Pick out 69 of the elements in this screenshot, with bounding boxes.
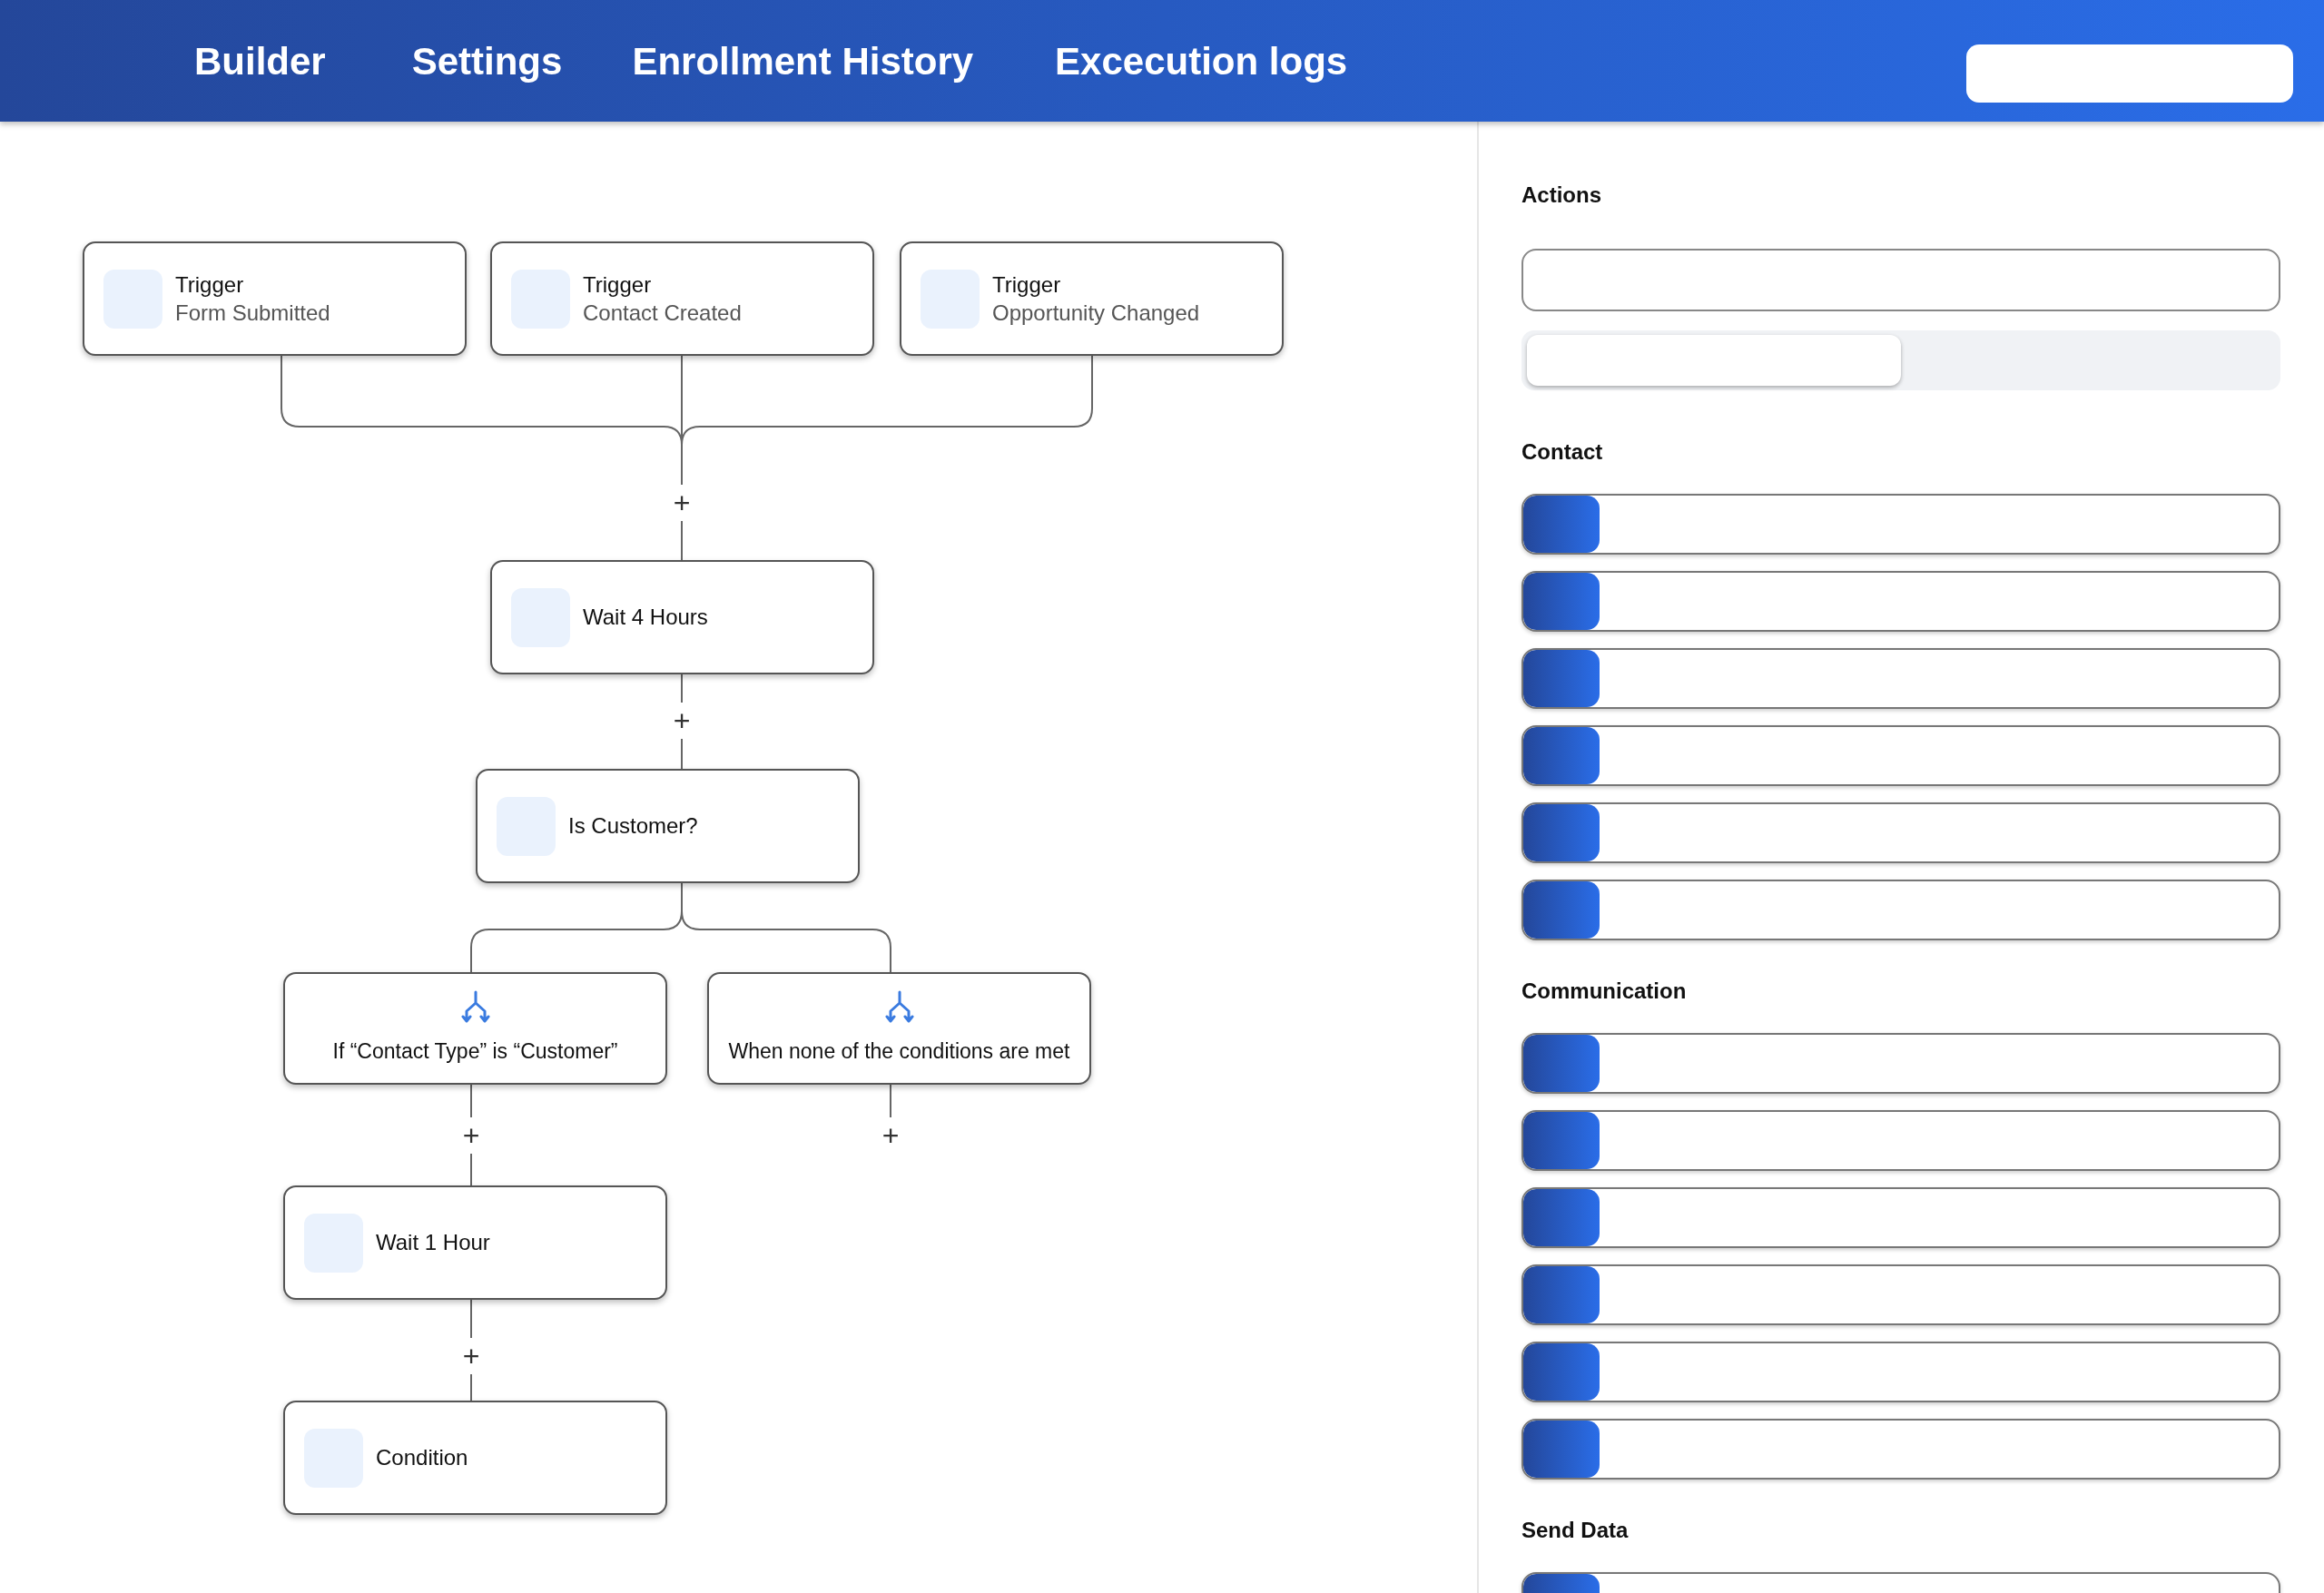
connector-line	[890, 1084, 891, 1118]
action-item[interactable]	[1521, 1419, 2280, 1480]
action-icon	[1523, 727, 1600, 784]
search-field[interactable]	[1521, 249, 2280, 311]
connector-line	[470, 1299, 472, 1339]
section-title: Contact	[1521, 438, 1604, 466]
action-icon	[1523, 1035, 1600, 1092]
action-item[interactable]	[1521, 1110, 2280, 1171]
step-node[interactable]: Wait 4 Hours	[490, 560, 874, 674]
action-item[interactable]	[1521, 1187, 2280, 1248]
action-item[interactable]	[1521, 880, 2280, 940]
add-step-button[interactable]: +	[462, 1342, 480, 1371]
node-title: Wait 1 Hour	[376, 1229, 490, 1257]
node-title: Trigger	[583, 270, 653, 299]
connector-line	[681, 674, 683, 703]
step-node[interactable]: Wait 1 Hour	[283, 1185, 667, 1300]
action-item[interactable]	[1521, 494, 2280, 555]
add-step-button[interactable]: +	[673, 706, 691, 735]
step-node[interactable]: Is Customer?	[476, 769, 860, 883]
action-icon	[1523, 1189, 1600, 1246]
add-step-button[interactable]: +	[673, 488, 691, 517]
node-subtitle: Form Submitted	[175, 300, 330, 327]
connector-line	[681, 520, 683, 561]
action-icon	[1523, 804, 1600, 861]
nav-tab[interactable]: Enrollment History	[632, 32, 974, 90]
action-item[interactable]	[1521, 725, 2280, 786]
action-icon	[1523, 1266, 1600, 1323]
branch-label: When none of the conditions are met	[728, 1037, 1070, 1065]
add-step-button[interactable]: +	[881, 1121, 900, 1150]
trigger-node[interactable]: Trigger Contact Created	[490, 241, 874, 356]
node-title: Trigger	[175, 270, 245, 299]
step-node[interactable]: Condition	[283, 1401, 667, 1515]
node-subtitle: Opportunity Changed	[992, 300, 1200, 327]
action-icon	[1523, 1112, 1600, 1169]
node-subtitle: Contact Created	[583, 300, 742, 327]
action-icon	[1523, 1343, 1600, 1401]
nav-tab[interactable]: Excecution logs	[1055, 32, 1348, 90]
branch-label: If “Contact Type” is “Customer”	[332, 1037, 618, 1065]
connector-line	[681, 738, 683, 770]
trigger-node[interactable]: Trigger Form Submitted	[83, 241, 467, 356]
nav-tab[interactable]: Settings	[411, 32, 563, 90]
action-item[interactable]	[1521, 1342, 2280, 1402]
action-item[interactable]	[1521, 1264, 2280, 1325]
action-icon	[1523, 573, 1600, 630]
action-icon	[1523, 881, 1600, 939]
action-item[interactable]	[1521, 648, 2280, 709]
trigger-node[interactable]: Trigger Opportunity Changed	[900, 241, 1284, 356]
action-icon	[1523, 1421, 1600, 1478]
connector-line	[470, 1373, 472, 1401]
section-title: Communication	[1521, 978, 1688, 1005]
node-title: Wait 4 Hours	[583, 604, 708, 632]
connector-line	[470, 1153, 472, 1186]
action-item[interactable]	[1521, 571, 2280, 632]
action-item[interactable]	[1521, 802, 2280, 863]
action-icon	[1523, 496, 1600, 553]
branch-icon	[883, 989, 915, 1023]
branch-node[interactable]: If “Contact Type” is “Customer”	[283, 972, 667, 1085]
panel-title: Actions	[1521, 182, 1602, 209]
node-title: Is Customer?	[568, 812, 698, 841]
connector-line	[470, 1084, 472, 1118]
branch-icon	[459, 989, 491, 1023]
action-icon	[1523, 650, 1600, 707]
node-title: Condition	[376, 1444, 468, 1472]
action-item[interactable]	[1521, 1033, 2280, 1094]
branch-node[interactable]: When none of the conditions are met	[707, 972, 1091, 1085]
add-step-button[interactable]: +	[462, 1121, 480, 1150]
nav-tab[interactable]: Builder	[194, 32, 326, 90]
node-title: Trigger	[992, 270, 1062, 299]
section-title: Send Data	[1521, 1517, 1630, 1544]
